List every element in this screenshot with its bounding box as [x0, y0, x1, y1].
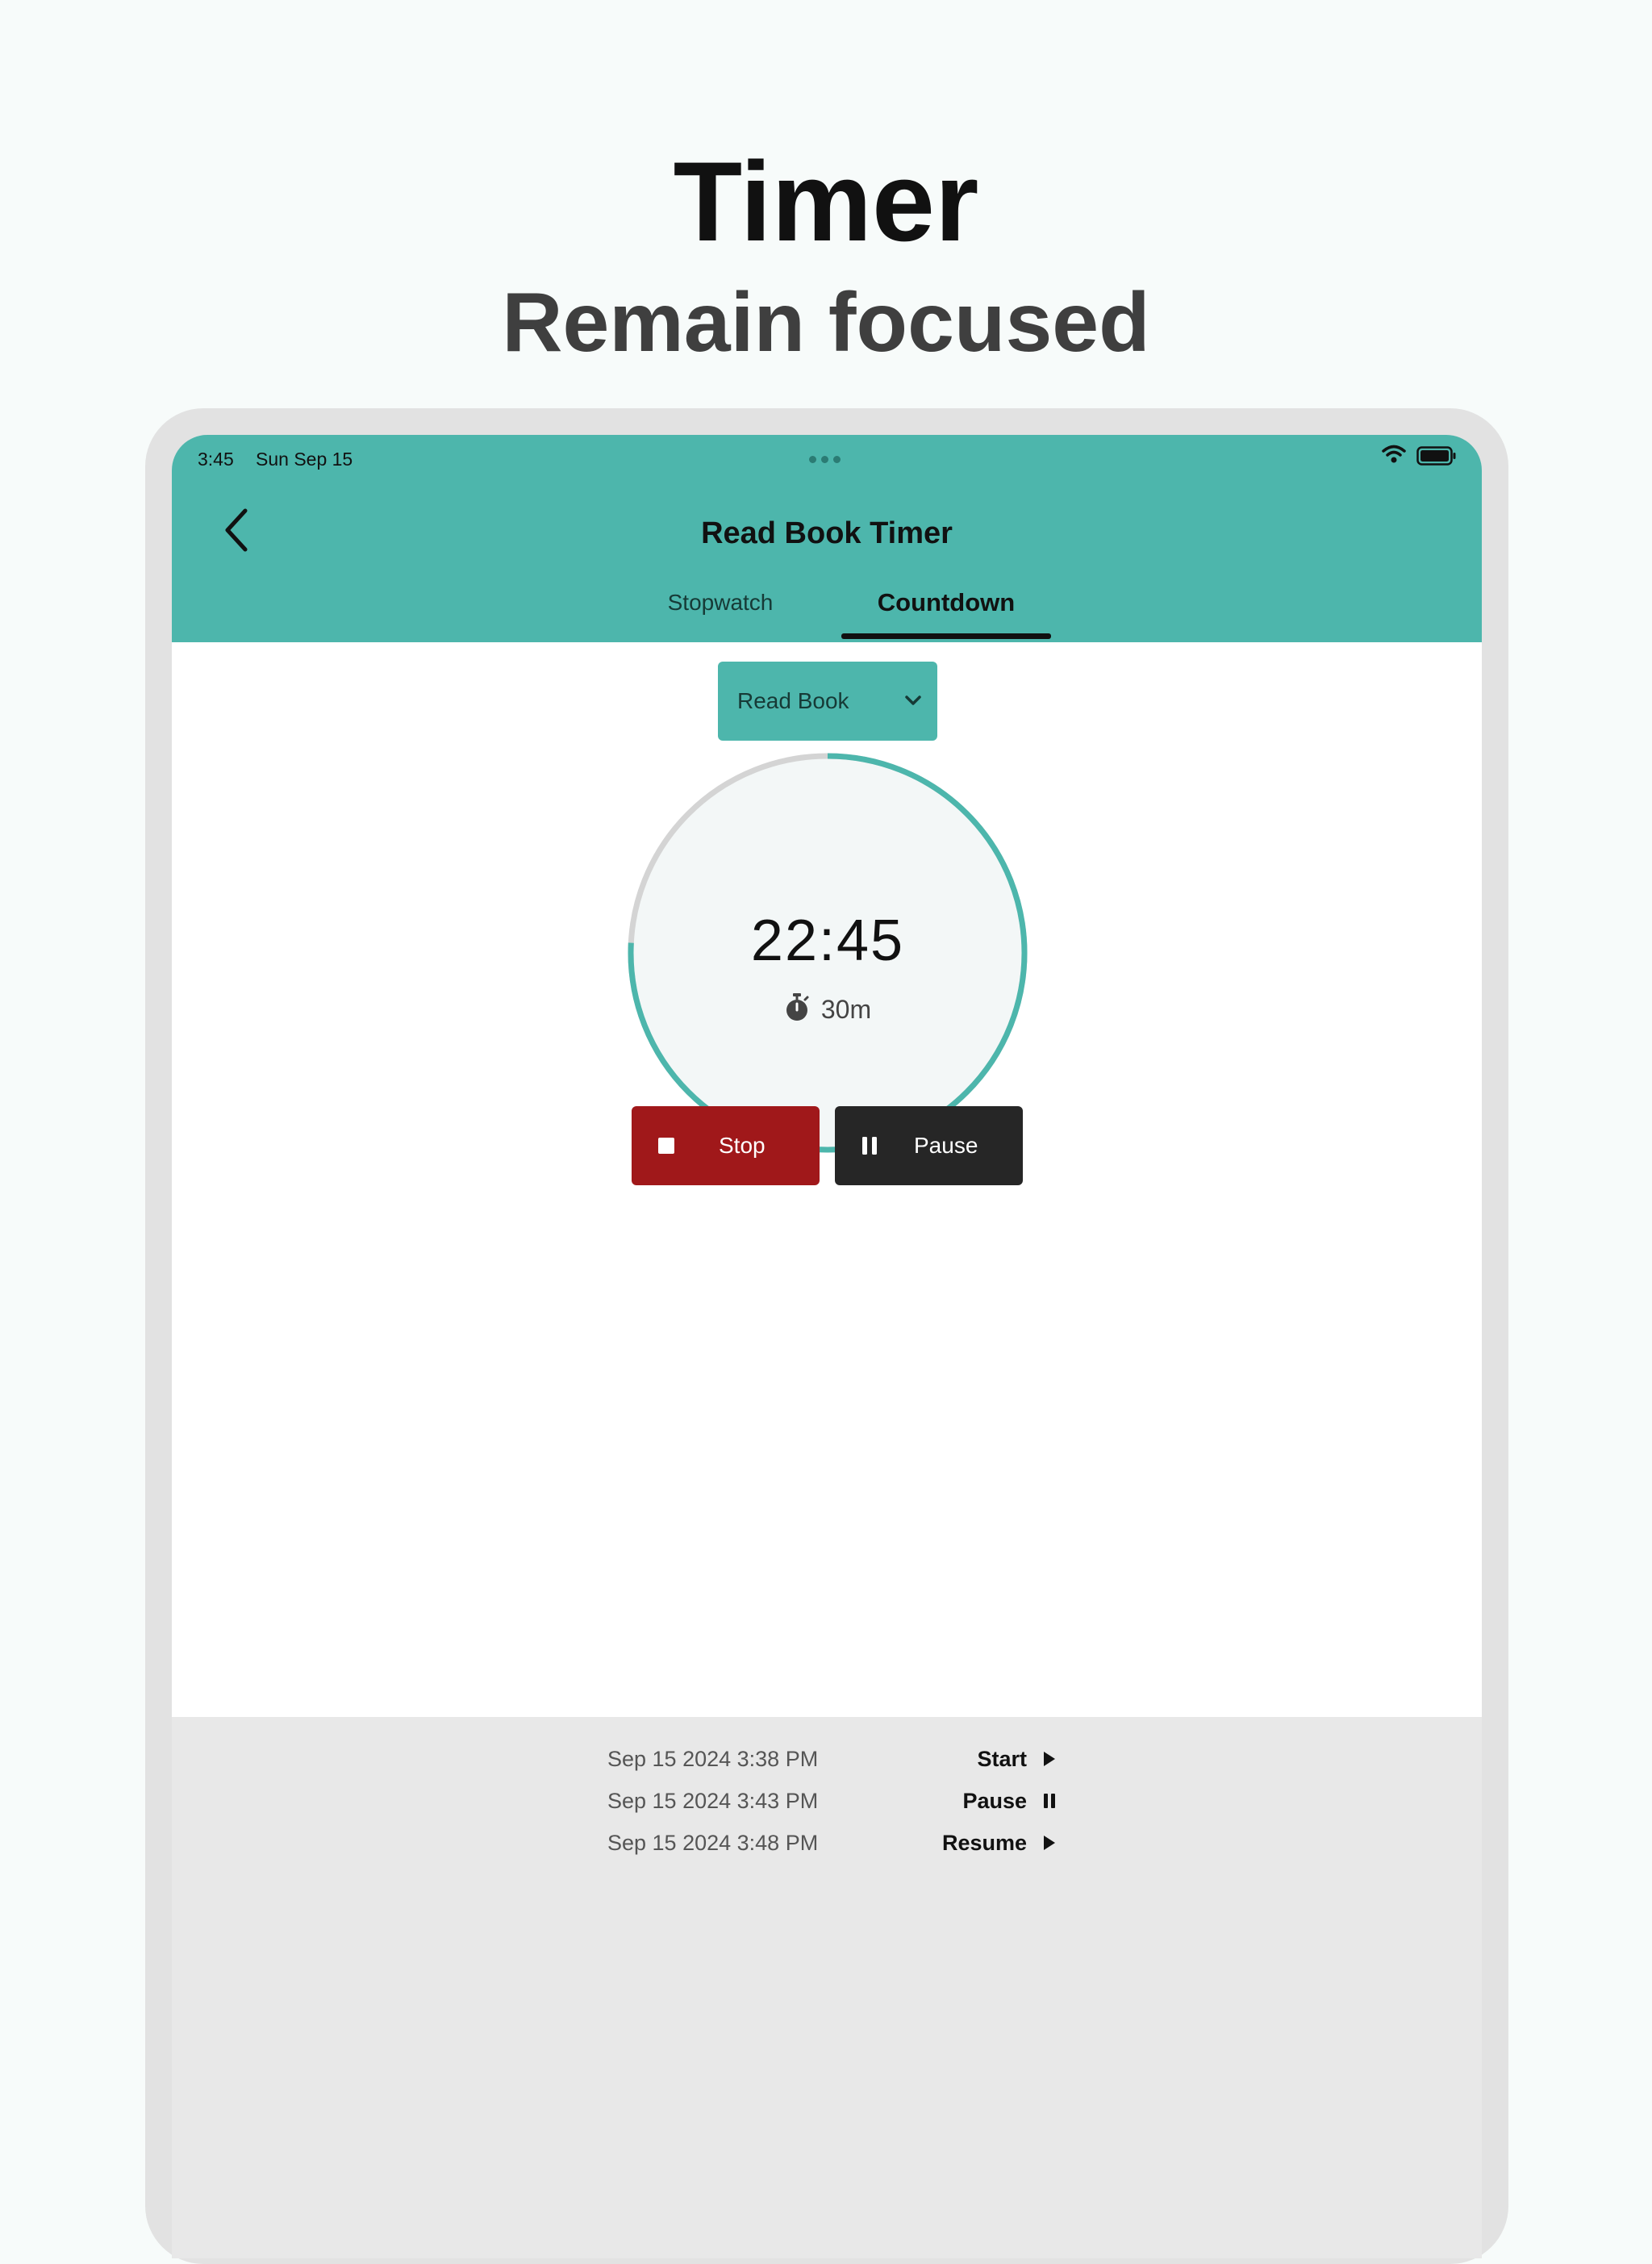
log-item: Sep 15 2024 3:43 PM Pause — [607, 1780, 1059, 1822]
log-event: Resume — [941, 1831, 1027, 1855]
duration-text: 30m — [820, 994, 872, 1024]
marketing-subheadline: Remain focused — [502, 276, 1150, 370]
event-log: Sep 15 2024 3:38 PM Start Sep 15 2024 3:… — [172, 1717, 1482, 2258]
log-time: Sep 15 2024 3:43 PM — [607, 1789, 819, 1813]
play-icon — [1043, 1751, 1056, 1771]
stopwatch-icon — [784, 992, 810, 1026]
tab-stopwatch[interactable]: Stopwatch — [632, 579, 809, 627]
pause-button-label: Pause — [914, 1133, 978, 1158]
pause-button[interactable]: Pause — [835, 1106, 1023, 1185]
stop-button-label: Stop — [719, 1133, 766, 1158]
status-date: Sun Sep 15 — [256, 449, 353, 470]
play-icon — [1043, 1835, 1056, 1855]
stop-icon — [657, 1137, 675, 1159]
tab-countdown[interactable]: Countdown — [841, 579, 1051, 627]
app-bar: 3:45 Sun Sep 15 Read Book Timer Stopwatc… — [172, 435, 1482, 642]
remaining-time: 22:45 — [750, 909, 905, 973]
activity-dropdown[interactable]: Read Book — [718, 662, 937, 741]
timer-panel: Read Book 22:45 30m Stop Pause — [172, 642, 1482, 1717]
log-event: Start — [977, 1747, 1027, 1771]
log-time: Sep 15 2024 3:48 PM — [607, 1831, 819, 1855]
marketing-headline: Timer — [673, 138, 979, 265]
log-event: Pause — [962, 1789, 1027, 1813]
multitasking-dots-icon[interactable] — [809, 449, 845, 469]
pause-icon — [1043, 1793, 1056, 1813]
status-time: 3:45 — [198, 449, 234, 470]
battery-icon — [1416, 446, 1457, 470]
activity-dropdown-value: Read Book — [737, 688, 849, 713]
page-title: Read Book Timer — [701, 516, 953, 550]
tab-indicator — [841, 633, 1051, 639]
duration-row: 30m — [626, 989, 1029, 1030]
stop-button[interactable]: Stop — [632, 1106, 820, 1185]
pause-icon — [861, 1136, 878, 1159]
wifi-icon — [1382, 445, 1406, 468]
log-item: Sep 15 2024 3:38 PM Start — [607, 1738, 1059, 1780]
app-screen: 3:45 Sun Sep 15 Read Book Timer Stopwatc… — [172, 435, 1482, 2258]
log-time: Sep 15 2024 3:38 PM — [607, 1747, 819, 1771]
chevron-down-icon — [903, 692, 923, 712]
log-item: Sep 15 2024 3:48 PM Resume — [607, 1822, 1059, 1864]
